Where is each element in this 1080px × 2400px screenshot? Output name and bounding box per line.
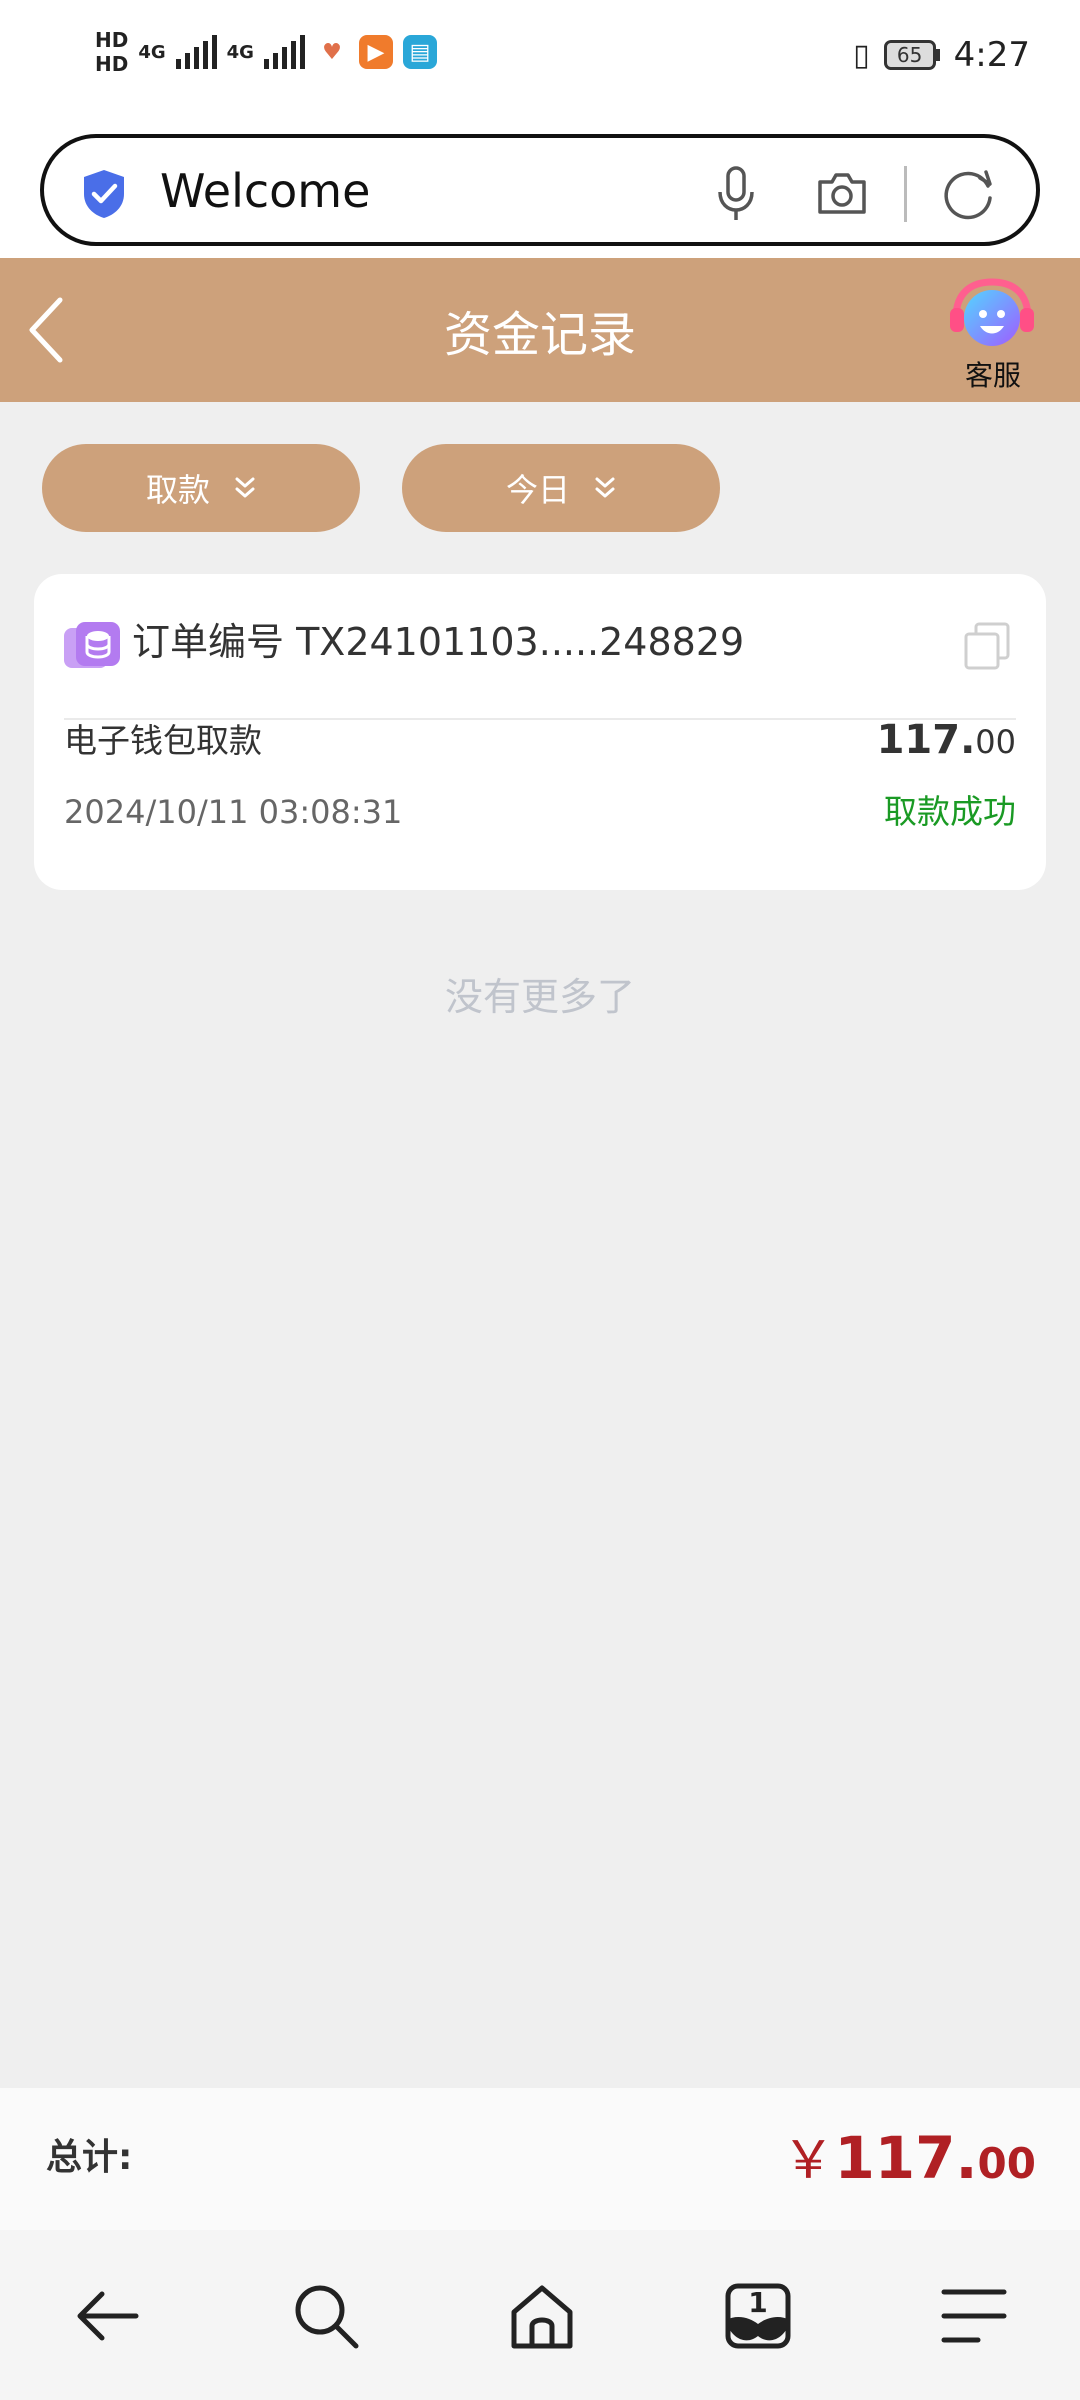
nav-tabs-icon[interactable]: 1 — [722, 2280, 794, 2352]
video-app-icon: ▶ — [358, 35, 393, 69]
battery-tip — [935, 49, 940, 61]
signal2-icon — [263, 35, 305, 69]
microphone-icon[interactable] — [712, 164, 760, 224]
filter-type-dropdown[interactable]: 取款 — [42, 444, 360, 532]
currency-symbol: ￥ — [782, 2131, 835, 2191]
nav-menu-icon[interactable] — [938, 2280, 1010, 2352]
customer-service-icon[interactable] — [946, 278, 1038, 354]
no-more-text: 没有更多了 — [444, 975, 635, 1019]
record-datetime: 2024/10/11 03:08:31 — [64, 793, 403, 831]
battery-level: 65 — [896, 43, 923, 67]
copy-icon[interactable] — [962, 620, 1012, 672]
total-label: 总计: — [46, 2137, 133, 2178]
record-amount: 117.00 — [877, 712, 1016, 776]
sim2-label: HD — [95, 52, 129, 76]
status-badge: 取款成功 — [884, 792, 1016, 831]
network2-label: 4G — [226, 41, 254, 63]
transaction-type: 电子钱包取款 — [64, 721, 262, 760]
coin-stack-icon — [64, 622, 120, 668]
nav-back-icon[interactable] — [72, 2280, 144, 2352]
page-title: 资金记录 — [443, 307, 636, 363]
shield-check-icon[interactable] — [80, 168, 128, 220]
signal1-icon — [175, 35, 217, 69]
total-amount: ￥117.00 — [782, 2118, 1036, 2213]
status-bar-right: ▯ 65 4:27 — [853, 30, 1030, 80]
camera-icon[interactable] — [814, 166, 870, 222]
record-amount-dec: 00 — [975, 723, 1016, 761]
record-amount-int: 117. — [876, 717, 976, 763]
sim1-label: HD — [95, 28, 129, 52]
double-chevron-down-icon — [595, 477, 615, 498]
double-chevron-down-icon — [235, 477, 255, 498]
total-amount-int: 117. — [834, 2124, 978, 2192]
book-app-icon: ▤ — [402, 35, 437, 69]
clock: 4:27 — [953, 35, 1030, 75]
filter-type-label: 取款 — [145, 471, 210, 509]
customer-service-label[interactable]: 客服 — [940, 354, 1046, 394]
filter-date-label: 今日 — [505, 471, 570, 509]
health-app-icon: ♥ — [314, 35, 349, 69]
tab-count: 1 — [748, 2286, 768, 2319]
vibrate-icon: ▯ — [853, 37, 870, 73]
network1-label: 4G — [138, 41, 166, 63]
total-amount-dec: 00 — [977, 2139, 1036, 2188]
status-bar-left: HD HD 4G 4G ♥ ▶ ▤ — [95, 22, 437, 82]
nav-search-icon[interactable] — [290, 2280, 362, 2352]
toolbar-divider — [904, 166, 907, 222]
sim-indicators: HD HD — [95, 28, 128, 76]
nav-home-icon[interactable] — [506, 2280, 578, 2352]
filter-date-dropdown[interactable]: 今日 — [402, 444, 720, 532]
order-number: 订单编号 TX24101103.....248829 — [132, 620, 745, 664]
refresh-icon[interactable] — [940, 164, 1000, 224]
url-text[interactable]: Welcome — [160, 160, 370, 222]
battery-icon: 65 — [883, 40, 936, 70]
